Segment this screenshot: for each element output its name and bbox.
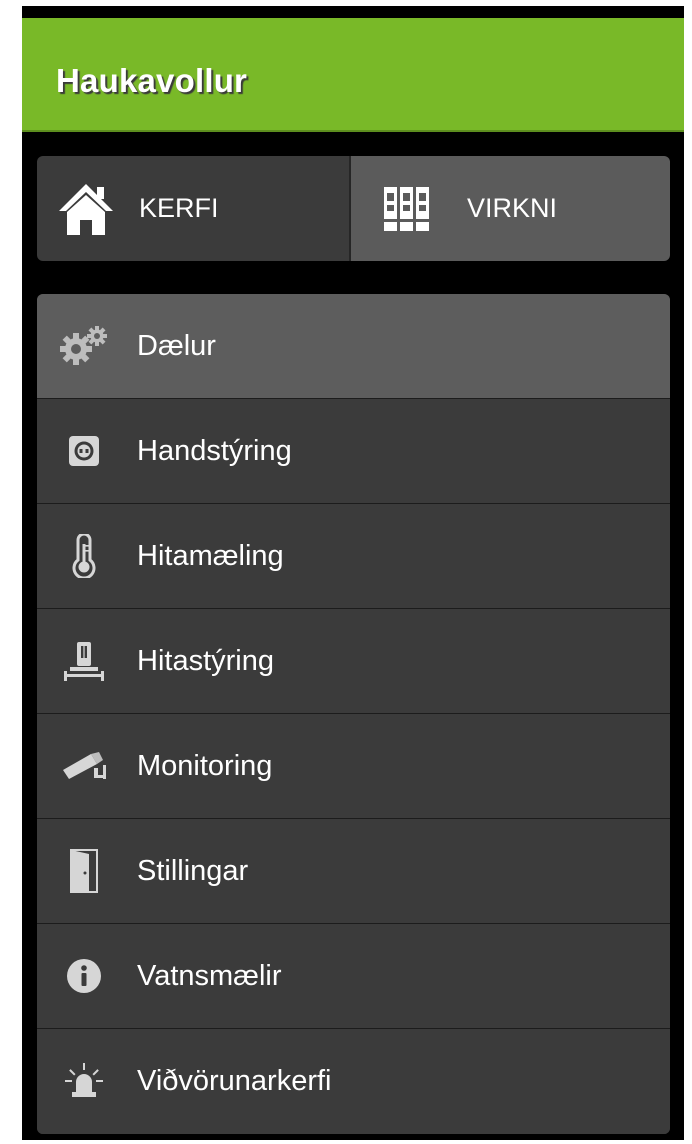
info-icon: [59, 951, 109, 1001]
menu-item-label: Vatnsmælir: [137, 959, 282, 992]
security-camera-icon: [59, 741, 109, 791]
function-menu: Dælur Handstýring Hitamæling Hitastýring…: [37, 294, 670, 1134]
menu-item-label: Stillingar: [137, 854, 249, 887]
app-header: Haukavollur: [22, 18, 684, 132]
menu-item-label: Handstýring: [137, 434, 292, 467]
power-socket-icon: [59, 426, 109, 476]
binders-icon: [384, 186, 429, 231]
menu-item-stillingar[interactable]: Stillingar: [37, 819, 670, 924]
menu-item-handstyring[interactable]: Handstýring: [37, 399, 670, 504]
door-icon: [59, 846, 109, 896]
menu-item-label: Hitastýring: [137, 644, 274, 677]
tab-label: KERFI: [139, 193, 219, 223]
menu-item-hitastyring[interactable]: Hitastýring: [37, 609, 670, 714]
app-window: Haukavollur KERFI VIRKNI Dælur Handstýri…: [22, 6, 684, 1140]
home-icon: [59, 183, 113, 235]
tab-label: VIRKNI: [467, 193, 558, 223]
menu-item-label: Dælur: [137, 329, 216, 362]
menu-item-daelur[interactable]: Dælur: [37, 294, 670, 399]
menu-item-monitoring[interactable]: Monitoring: [37, 714, 670, 819]
tab-virkni[interactable]: VIRKNI: [351, 156, 670, 261]
menu-item-hitamaeling[interactable]: Hitamæling: [37, 504, 670, 609]
tab-bar: KERFI VIRKNI: [37, 156, 670, 261]
alarm-siren-icon: [59, 1057, 109, 1107]
gears-icon: [59, 321, 109, 371]
menu-item-label: Monitoring: [137, 749, 273, 782]
menu-item-vidvorunarkerfi[interactable]: Viðvörunarkerfi: [37, 1029, 670, 1134]
menu-item-label: Viðvörunarkerfi: [137, 1065, 332, 1097]
tab-kerfi[interactable]: KERFI: [37, 156, 351, 261]
thermostat-icon: [59, 636, 109, 686]
menu-item-label: Hitamæling: [137, 539, 284, 572]
menu-item-vatnsmaelir[interactable]: Vatnsmælir: [37, 924, 670, 1029]
thermometer-icon: [59, 531, 109, 581]
app-title: Haukavollur: [56, 62, 248, 99]
